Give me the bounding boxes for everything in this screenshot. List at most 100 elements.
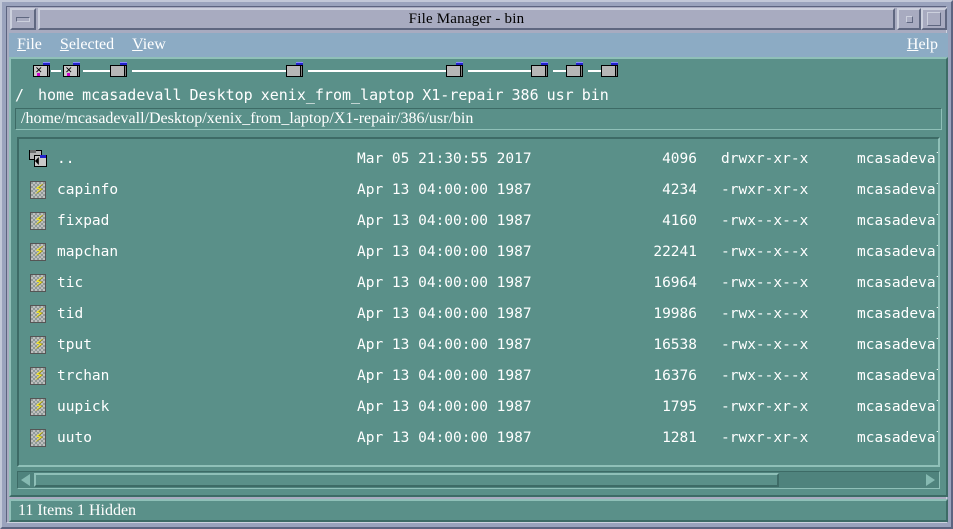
breadcrumb-connector bbox=[553, 70, 566, 72]
file-name: trchan bbox=[57, 367, 110, 384]
file-owner: mcasadevall bbox=[857, 367, 938, 384]
file-name: capinfo bbox=[57, 181, 119, 198]
file-date: Apr 13 04:00:00 1987 bbox=[357, 367, 532, 384]
menu-bar: File Selected View Help bbox=[9, 33, 948, 57]
file-name: mapchan bbox=[57, 243, 119, 260]
maximize-button[interactable] bbox=[921, 8, 947, 30]
menu-mnemonic-selected: S bbox=[59, 36, 69, 53]
file-row[interactable]: ⚡ trchan Apr 13 04:00:00 1987 16376 -rwx--x-… bbox=[19, 360, 938, 391]
breadcrumb-label-x1repair[interactable]: X1-repair bbox=[422, 86, 503, 104]
folder-icon bbox=[286, 62, 304, 78]
menu-item-view[interactable]: View bbox=[132, 37, 166, 53]
folder-icon bbox=[446, 62, 464, 78]
menu-item-selected[interactable]: Selected bbox=[60, 37, 114, 53]
file-icon-cell: ⚡ bbox=[19, 397, 57, 416]
menu-label-help: elp bbox=[918, 36, 938, 53]
window-menu-button[interactable] bbox=[10, 8, 36, 30]
file-permissions: -rwx--x--x bbox=[721, 212, 809, 229]
file-row[interactable]: ⚡ uupick Apr 13 04:00:00 1987 1795 -rwxr-xr-… bbox=[19, 391, 938, 422]
window-frame: File Manager - bin File Selected View He… bbox=[0, 0, 953, 529]
breadcrumb-label-home[interactable]: home bbox=[38, 86, 74, 104]
file-date: Apr 13 04:00:00 1987 bbox=[357, 398, 532, 415]
breadcrumb-node-root[interactable]: ✕ bbox=[33, 62, 51, 78]
file-row[interactable]: ⚡ fixpad Apr 13 04:00:00 1987 4160 -rwx--x--… bbox=[19, 205, 938, 236]
breadcrumb-label-mcasadevall[interactable]: mcasadevall bbox=[82, 86, 181, 104]
file-owner: mcasadevall bbox=[857, 150, 938, 167]
file-date: Mar 05 21:30:55 2017 bbox=[357, 150, 532, 167]
file-name: uuto bbox=[57, 429, 92, 446]
file-name: fixpad bbox=[57, 212, 110, 229]
window-menu-icon bbox=[16, 16, 30, 22]
file-row[interactable]: ⚡ tid Apr 13 04:00:00 1987 19986 -rwx--x--x m… bbox=[19, 298, 938, 329]
file-row[interactable]: ⚡ uuto Apr 13 04:00:00 1987 1281 -rwxr-xr-x m… bbox=[19, 422, 938, 453]
file-size: 4096 bbox=[662, 150, 697, 167]
file-date: Apr 13 04:00:00 1987 bbox=[357, 336, 532, 353]
file-permissions: -rwx--x--x bbox=[721, 305, 809, 322]
breadcrumb-node-mcasadevall[interactable] bbox=[110, 62, 128, 78]
scroll-left-icon[interactable] bbox=[18, 472, 34, 488]
breadcrumb-node-desktop[interactable] bbox=[286, 62, 304, 78]
menu-mnemonic-file: F bbox=[17, 36, 26, 53]
breadcrumb-node-386[interactable] bbox=[566, 62, 584, 78]
file-icon-cell: ⚡ bbox=[19, 366, 57, 385]
file-owner: mcasadevall bbox=[857, 274, 938, 291]
path-input[interactable]: /home/mcasadevall/Desktop/xenix_from_lap… bbox=[15, 108, 942, 130]
file-name: .. bbox=[57, 150, 75, 167]
executable-icon: ⚡ bbox=[30, 335, 46, 354]
horizontal-scrollbar[interactable] bbox=[17, 471, 940, 489]
folder-icon bbox=[566, 62, 584, 78]
file-row[interactable]: ⚡ mapchan Apr 13 04:00:00 1987 22241 -rwx--x… bbox=[19, 236, 938, 267]
menu-mnemonic-help: H bbox=[906, 36, 919, 53]
scroll-right-icon[interactable] bbox=[923, 472, 939, 488]
file-owner: mcasadevall bbox=[857, 212, 938, 229]
breadcrumb-label-usr[interactable]: usr bbox=[547, 86, 574, 104]
file-icon-cell: ⚡ bbox=[19, 180, 57, 199]
breadcrumb-label-xenix[interactable]: xenix_from_laptop bbox=[261, 86, 415, 104]
file-date: Apr 13 04:00:00 1987 bbox=[357, 181, 532, 198]
menu-label-file: ile bbox=[25, 36, 42, 53]
file-size: 16964 bbox=[653, 274, 697, 291]
scrollbar-track[interactable] bbox=[779, 473, 923, 487]
status-bar: 11 Items 1 Hidden bbox=[9, 499, 948, 522]
file-owner: mcasadevall bbox=[857, 181, 938, 198]
file-list: ⏴.. Mar 05 21:30:55 2017 4096 drwxr-xr-x mca… bbox=[19, 139, 938, 453]
breadcrumb-connector bbox=[83, 70, 110, 72]
file-row[interactable]: ⚡ capinfo Apr 13 04:00:00 1987 4234 -rwxr-xr… bbox=[19, 174, 938, 205]
file-icon-cell: ⚡ bbox=[19, 428, 57, 447]
file-list-pane: ⏴.. Mar 05 21:30:55 2017 4096 drwxr-xr-x mca… bbox=[17, 137, 940, 467]
breadcrumb-label-bin[interactable]: bin bbox=[582, 86, 609, 104]
executable-icon: ⚡ bbox=[30, 242, 46, 261]
file-owner: mcasadevall bbox=[857, 243, 938, 260]
file-row[interactable]: ⚡ tput Apr 13 04:00:00 1987 16538 -rwx--x--x… bbox=[19, 329, 938, 360]
breadcrumb-node-x1repair[interactable] bbox=[531, 62, 549, 78]
menu-item-help[interactable]: Help bbox=[907, 37, 938, 53]
folder-icon bbox=[531, 62, 549, 78]
file-size: 19986 bbox=[653, 305, 697, 322]
file-icon-cell: ⏴ bbox=[19, 149, 57, 168]
breadcrumb-node-xenix[interactable] bbox=[446, 62, 464, 78]
breadcrumb-label-desktop[interactable]: Desktop bbox=[190, 86, 253, 104]
breadcrumb-node-usr[interactable] bbox=[601, 62, 619, 78]
breadcrumb-label-root[interactable]: / bbox=[15, 86, 24, 104]
breadcrumb-label-386[interactable]: 386 bbox=[512, 86, 539, 104]
breadcrumb-node-home[interactable]: ✕ bbox=[63, 62, 81, 78]
breadcrumb-connector bbox=[132, 70, 286, 72]
executable-icon: ⚡ bbox=[30, 366, 46, 385]
file-row[interactable]: ⚡ tic Apr 13 04:00:00 1987 16964 -rwx--x--x m… bbox=[19, 267, 938, 298]
file-name: tput bbox=[57, 336, 92, 353]
executable-icon: ⚡ bbox=[30, 273, 46, 292]
file-size: 4160 bbox=[662, 212, 697, 229]
file-icon-cell: ⚡ bbox=[19, 273, 57, 292]
menu-item-file[interactable]: File bbox=[17, 37, 42, 53]
scrollbar-thumb[interactable] bbox=[34, 473, 779, 487]
file-row[interactable]: ⏴.. Mar 05 21:30:55 2017 4096 drwxr-xr-x mca… bbox=[19, 143, 938, 174]
minimize-button[interactable] bbox=[897, 8, 921, 30]
window-title: File Manager - bin bbox=[38, 8, 895, 30]
menu-label-selected: elected bbox=[68, 36, 115, 53]
file-icon-cell: ⚡ bbox=[19, 304, 57, 323]
file-permissions: -rwx--x--x bbox=[721, 243, 809, 260]
file-owner: mcasadevall bbox=[857, 305, 938, 322]
breadcrumb-connector bbox=[468, 70, 531, 72]
file-owner: mcasadevall bbox=[857, 429, 938, 446]
file-permissions: -rwx--x--x bbox=[721, 336, 809, 353]
